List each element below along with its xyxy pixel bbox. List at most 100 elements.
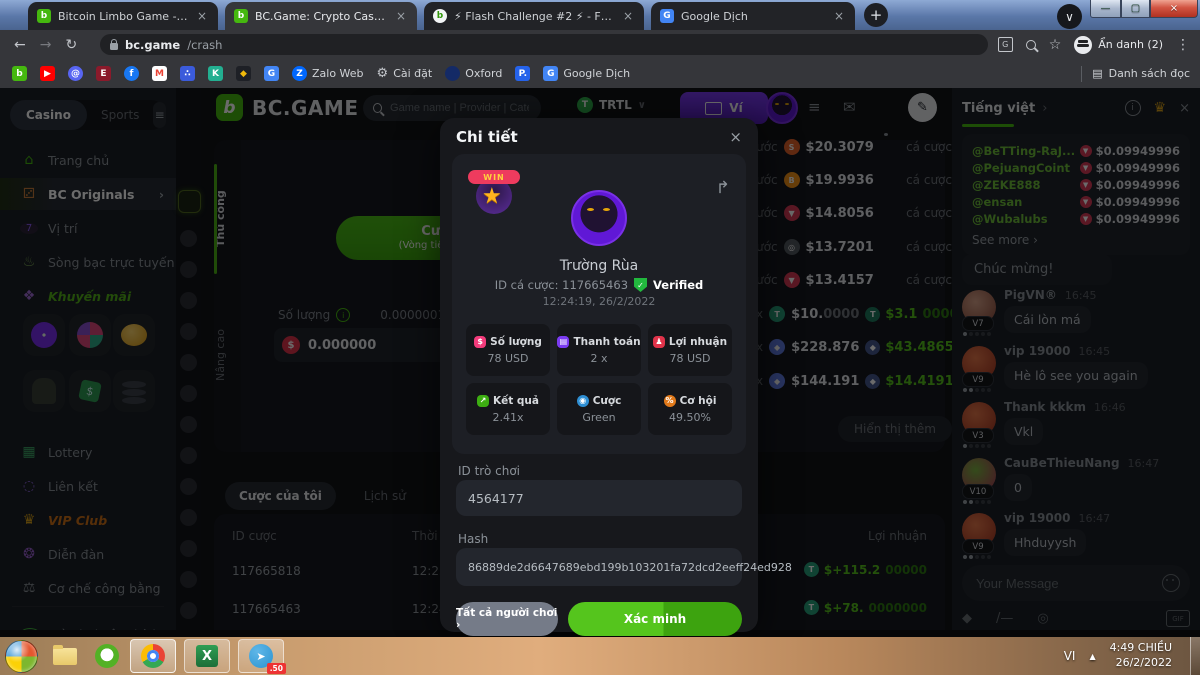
tray-expand-icon[interactable]: ▲ — [1089, 652, 1095, 661]
browser-tab-translate[interactable]: G Google Dịch × — [651, 2, 855, 30]
bookmark-youtube-icon[interactable]: ▶ — [40, 66, 55, 81]
all-players-button[interactable]: Tất cả người chơi › — [456, 602, 558, 636]
clock-time: 4:49 CHIỀU — [1110, 641, 1172, 656]
bet-stats-grid: $Số lượng 78 USD ▤Thanh toán 2 x ♟Lợi nh… — [466, 324, 732, 435]
modal-header: Chi tiết × — [440, 118, 758, 156]
hash-value: 86889de2d6647689ebd199b103201fa72dcd2eef… — [468, 561, 792, 574]
stat-value: 2.41x — [492, 411, 523, 424]
browser-tab-flash[interactable]: b ⚡ Flash Challenge #2 ⚡ - Flash Ch × — [424, 2, 644, 30]
incognito-badge[interactable]: Ẩn danh (2) — [1074, 36, 1163, 54]
taskbar-excel[interactable]: X — [184, 639, 230, 673]
person-icon: ♟ — [653, 336, 665, 348]
taskbar-coccoc-icon[interactable] — [92, 641, 122, 671]
tab-close-icon[interactable]: × — [195, 9, 209, 23]
bookmark-label: Google Dịch — [563, 67, 630, 80]
reading-list-button[interactable]: ▤ Danh sách đọc — [1092, 67, 1190, 80]
taskbar-explorer-icon[interactable] — [50, 641, 80, 671]
gear-icon: ⚙ — [377, 66, 389, 81]
bookmark-label: Oxford — [465, 67, 502, 80]
clock-date: 26/2/2022 — [1110, 656, 1172, 671]
bookmark-settings[interactable]: ⚙ Cài đặt — [377, 66, 433, 81]
bookmark-kucoin-icon[interactable]: K — [208, 66, 223, 81]
stat-value: 78 USD — [488, 352, 529, 365]
incognito-label: Ẩn danh (2) — [1098, 38, 1163, 51]
percent-icon: % — [664, 395, 676, 407]
zalo-icon: Z — [292, 66, 307, 81]
stat-value: Green — [582, 411, 615, 424]
bookmark-share-icon[interactable]: ∴ — [180, 66, 195, 81]
stat-amount: $Số lượng 78 USD — [466, 324, 550, 376]
browser-tabstrip: b Bitcoin Limbo Game - Play Limbo × b BC… — [0, 0, 1200, 30]
share-icon[interactable]: ↱ — [716, 178, 730, 198]
back-icon[interactable]: ← — [14, 37, 26, 53]
bookmark-gmail-icon[interactable]: M — [152, 66, 167, 81]
player-avatar[interactable] — [571, 190, 627, 246]
stat-label: Lợi nhuận — [669, 336, 727, 348]
bookmark-star-icon[interactable]: ☆ — [1049, 37, 1062, 53]
verify-button[interactable]: Xác minh — [568, 602, 742, 636]
stat-value: 2 x — [590, 352, 607, 365]
translate-icon: G — [543, 66, 558, 81]
chrome-menu-icon[interactable]: ⋮ — [1176, 37, 1190, 53]
browser-tab-limbo[interactable]: b Bitcoin Limbo Game - Play Limbo × — [28, 2, 218, 30]
verified-shield-icon: ✓ — [634, 278, 647, 292]
browser-toolbar: ← → ↻ bc.game/crash G ☆ Ẩn danh (2) ⋮ — [0, 30, 1200, 59]
taskbar-telegram[interactable]: ➤ .50 — [238, 639, 284, 673]
taskbar-clock[interactable]: 4:49 CHIỀU 26/2/2022 — [1110, 641, 1172, 671]
maximize-button[interactable]: ▢ — [1121, 0, 1150, 18]
verified-label: Verified — [653, 278, 703, 292]
stat-profit: ♟ Lợi nhuận 78 USD — [648, 324, 732, 376]
bookmark-translate-icon[interactable]: G — [264, 66, 279, 81]
bookmark-p-icon[interactable]: P. — [515, 66, 530, 81]
bookmark-google-translate[interactable]: G Google Dịch — [543, 66, 630, 81]
bookmark-at-icon[interactable]: @ — [68, 66, 83, 81]
browser-tab-bcgame[interactable]: b BC.Game: Crypto Casino Games & × — [225, 2, 417, 30]
bookmark-bcgame-icon[interactable]: b — [12, 66, 27, 81]
stat-label: Cược — [593, 395, 622, 407]
stat-label: Kết quả — [493, 395, 539, 407]
win-ribbon: WIN — [468, 170, 520, 184]
window-controls: — ▢ × — [1090, 0, 1198, 18]
win-badge: WIN ★ — [468, 168, 520, 220]
bookmark-zalo[interactable]: Z Zalo Web — [292, 66, 364, 81]
reload-icon[interactable]: ↻ — [65, 37, 77, 53]
game-id-field[interactable]: 4564177 — [456, 480, 742, 516]
stat-value: 78 USD — [670, 352, 711, 365]
bookmark-facebook-icon[interactable]: f — [124, 66, 139, 81]
tab-title: Bitcoin Limbo Game - Play Limbo — [58, 10, 188, 23]
show-desktop-button[interactable] — [1190, 637, 1200, 675]
bookmark-oxford[interactable]: Oxford — [445, 66, 502, 81]
tab-close-icon[interactable]: × — [621, 9, 635, 23]
modal-close-icon[interactable]: × — [729, 128, 742, 146]
bookmark-e-icon[interactable]: E — [96, 66, 111, 81]
url-path: /crash — [187, 38, 222, 52]
tab-title: Google Dịch — [681, 10, 825, 23]
hash-field[interactable]: 86889de2d6647689ebd199b103201fa72dcd2eef… — [456, 548, 742, 586]
system-tray: VI ▲ 4:49 CHIỀU 26/2/2022 — [1064, 637, 1200, 675]
url-host: bc.game — [125, 38, 180, 52]
tab-close-icon[interactable]: × — [832, 9, 846, 23]
tab-close-icon[interactable]: × — [394, 9, 408, 23]
bet-datetime: 12:24:19, 26/2/2022 — [452, 295, 746, 308]
taskbar-chrome-active[interactable] — [130, 639, 176, 673]
bcgame-favicon: b — [37, 9, 51, 23]
translate-page-icon[interactable]: G — [998, 37, 1013, 52]
screen: b Bitcoin Limbo Game - Play Limbo × b BC… — [0, 0, 1200, 675]
zoom-icon[interactable] — [1026, 40, 1036, 50]
bookmark-binance-icon[interactable]: ◆ — [236, 66, 251, 81]
bookmark-label: Cài đặt — [393, 67, 432, 80]
address-bar[interactable]: bc.game/crash — [100, 34, 988, 55]
close-window-button[interactable]: × — [1150, 0, 1198, 18]
stat-bet: ◉Cược Green — [557, 383, 641, 435]
game-id-label: ID trò chơi — [458, 464, 520, 478]
bookmark-label: Zalo Web — [312, 67, 364, 80]
stat-result: ↗Kết quả 2.41x — [466, 383, 550, 435]
start-button[interactable] — [5, 640, 38, 673]
language-indicator[interactable]: VI — [1064, 649, 1076, 663]
tab-search-chevron[interactable]: ∨ — [1057, 4, 1082, 29]
new-tab-button[interactable]: + — [864, 3, 888, 27]
forward-icon[interactable]: → — [40, 37, 52, 53]
card-icon: ▤ — [557, 336, 569, 348]
minimize-button[interactable]: — — [1090, 0, 1121, 18]
moneybag-icon: $ — [474, 336, 486, 348]
